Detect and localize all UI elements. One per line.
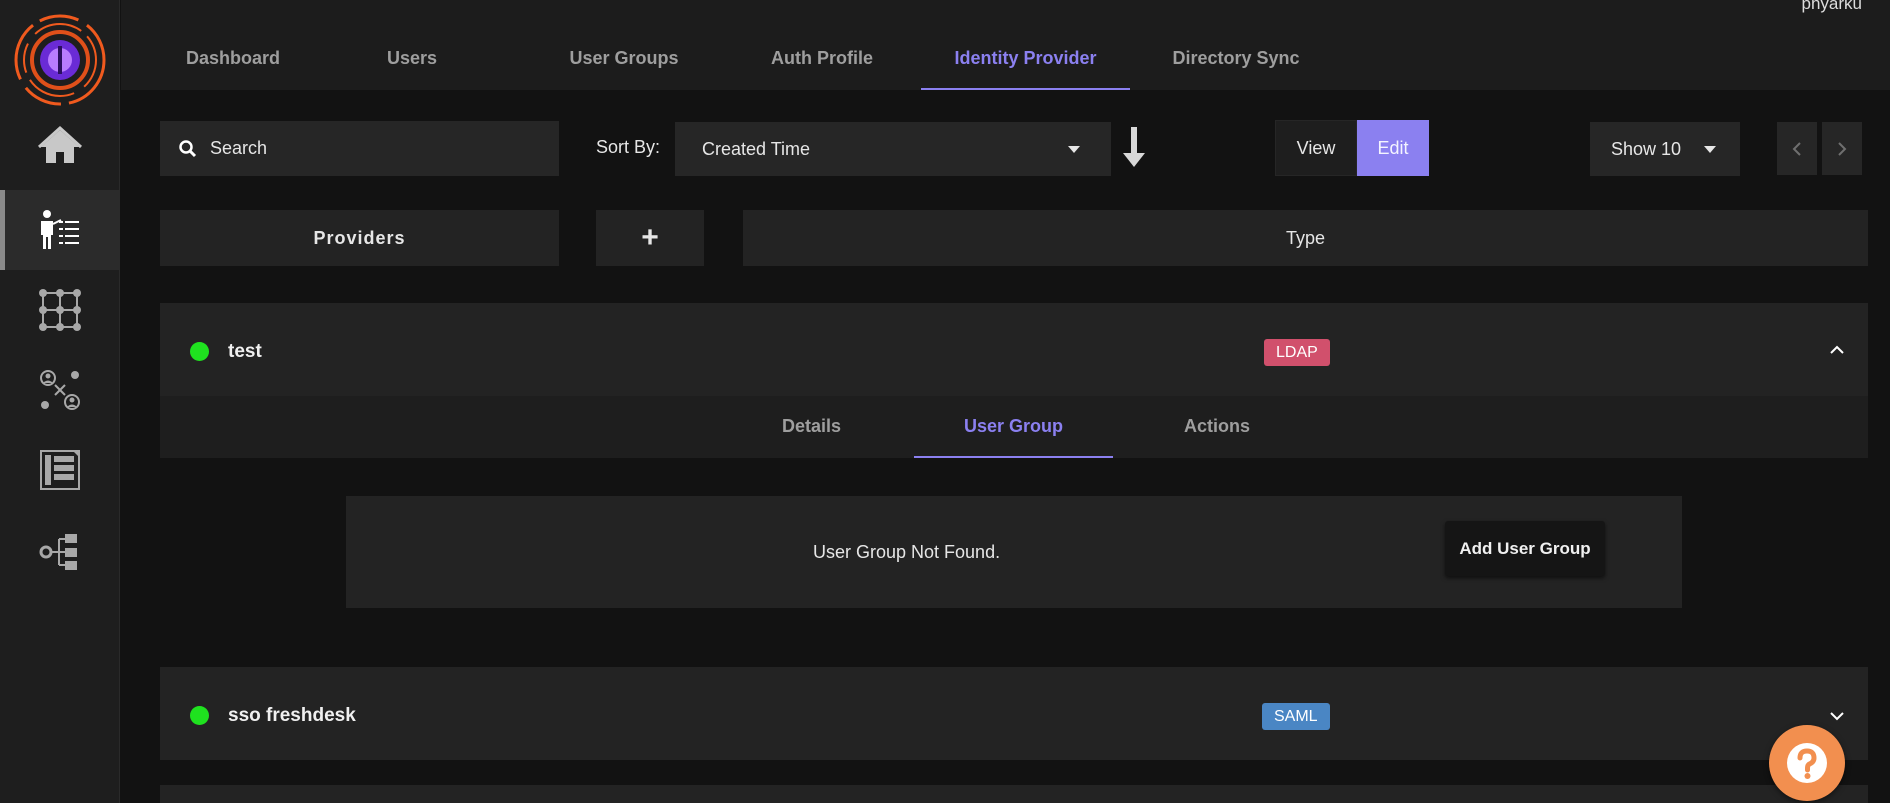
chevron-down-icon[interactable] [1828,707,1846,725]
subtab-user-group[interactable]: User Group [914,416,1113,458]
search-input[interactable] [210,138,530,159]
sidebar-item-home[interactable] [0,106,120,186]
empty-state-message: User Group Not Found. [813,542,1001,562]
tab-identity-provider[interactable]: Identity Provider [921,48,1130,90]
chevron-up-icon[interactable] [1828,341,1846,359]
provider-name: sso freshdesk [228,705,356,726]
provider-row[interactable]: test LDAP [160,303,1868,396]
user-group-panel: User Group Not Found. Add User Group [346,496,1682,608]
caret-down-icon [1068,146,1080,153]
top-navigation: phyarku Dashboard Users User Groups Auth… [121,0,1890,90]
provider-row[interactable] [160,785,1868,803]
help-icon [1787,743,1827,783]
tab-users[interactable]: Users [387,48,437,90]
status-dot [190,706,209,725]
logo-icon[interactable] [13,13,107,107]
home-icon [37,125,83,163]
chevron-right-icon [1838,141,1847,156]
page-size-select[interactable]: Show 10 [1590,122,1740,176]
add-provider-button[interactable]: + [596,210,704,266]
status-dot [190,342,209,361]
provider-subtabs: Details User Group Actions [160,396,1868,458]
sidebar-item-identity-provider[interactable] [0,190,120,270]
edit-mode-button[interactable]: Edit [1357,120,1429,176]
sidebar-item-user-network[interactable] [0,350,120,430]
sort-value: Created Time [702,138,811,159]
add-user-group-button[interactable]: Add User Group [1445,521,1605,576]
sidebar-item-documents[interactable] [0,430,120,510]
search-box[interactable] [160,121,559,176]
settings-tree-icon [39,534,77,570]
sidebar-item-settings[interactable] [0,512,120,592]
tab-dashboard[interactable]: Dashboard [178,48,288,90]
next-page-button[interactable] [1822,122,1862,175]
search-icon [179,139,197,157]
username[interactable]: phyarku [1802,0,1862,14]
type-badge: SAML [1262,703,1330,730]
chevron-left-icon [1792,141,1801,156]
page-size-value: Show 10 [1611,138,1682,159]
sidebar [0,0,120,803]
subtab-actions[interactable]: Actions [1184,416,1250,458]
provider-row[interactable]: sso freshdesk SAML [160,667,1868,760]
tab-auth-profile[interactable]: Auth Profile [766,48,878,90]
sidebar-item-network[interactable] [0,270,120,350]
subtab-details[interactable]: Details [782,416,841,458]
arrow-down-icon [1123,127,1145,167]
prev-page-button[interactable] [1777,122,1817,175]
user-network-icon [40,370,80,410]
sort-direction-button[interactable] [1121,127,1147,169]
provider-name: test [228,341,262,362]
type-column-header: Type [743,210,1868,266]
tab-directory-sync[interactable]: Directory Sync [1169,48,1303,90]
sort-label: Sort By: [596,137,661,157]
providers-column-header: Providers [160,210,559,266]
caret-down-icon [1704,146,1716,153]
type-badge: LDAP [1264,339,1330,366]
sort-select[interactable]: Created Time [675,122,1111,176]
network-grid-icon [39,289,81,331]
help-button[interactable] [1769,725,1845,801]
document-list-icon [40,450,80,490]
identity-provider-icon [41,210,79,249]
view-mode-button[interactable]: View [1275,120,1357,176]
tab-user-groups[interactable]: User Groups [569,48,679,90]
